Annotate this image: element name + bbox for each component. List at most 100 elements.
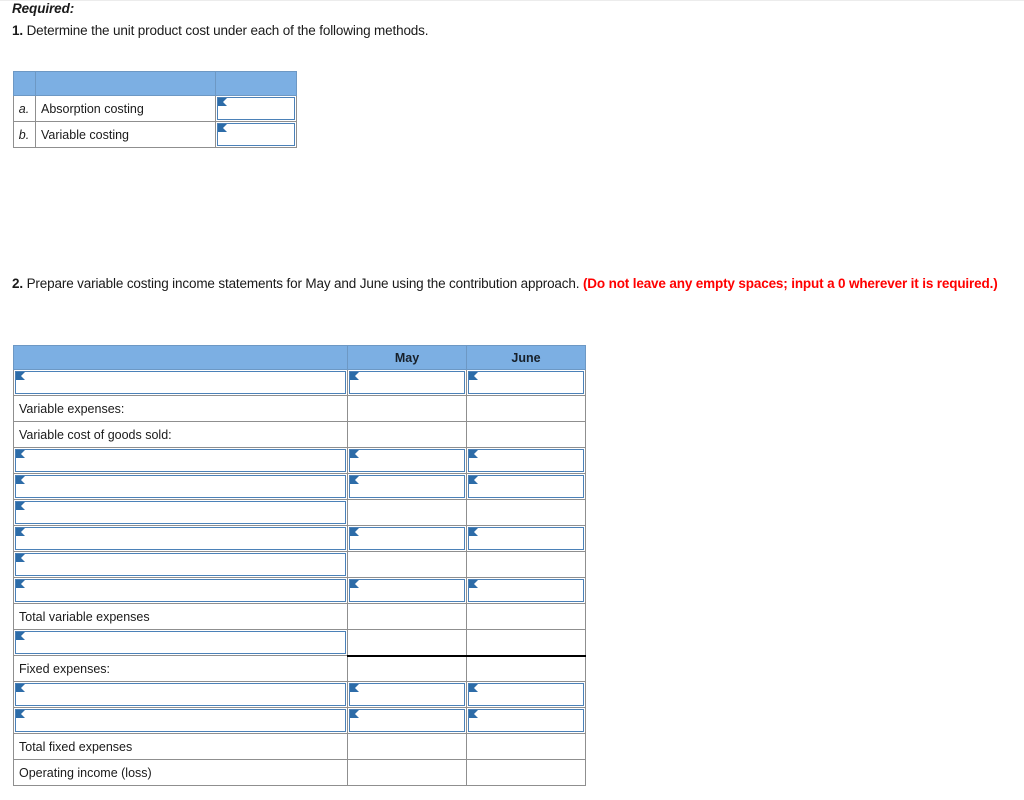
- line-item-input-3-box[interactable]: [15, 449, 346, 472]
- may-amount-input-13[interactable]: [347, 707, 467, 734]
- line-item-input-6-box[interactable]: [15, 527, 346, 550]
- june-amount: [466, 603, 586, 630]
- june-amount-input-8-box[interactable]: [468, 579, 584, 602]
- variable-costing-income-statement-table: May June Variable expenses: Variable cost o…: [13, 345, 586, 786]
- june-amount-input-12[interactable]: [466, 681, 586, 708]
- may-amount-input-3-box[interactable]: [349, 449, 465, 472]
- table2-header-cell-1: May: [347, 345, 467, 370]
- table-row: Total variable expenses: [13, 603, 586, 630]
- line-item-input-4-box[interactable]: [15, 475, 346, 498]
- table-row: [13, 473, 586, 500]
- may-amount-input-6[interactable]: [347, 525, 467, 552]
- line-item-input-7-box[interactable]: [15, 553, 346, 576]
- line-item-input-13-box[interactable]: [15, 709, 346, 732]
- june-amount-input-3[interactable]: [466, 447, 586, 474]
- line-item-input-0-box[interactable]: [15, 371, 346, 394]
- line-item-input-10[interactable]: [13, 629, 348, 656]
- may-amount: [347, 551, 467, 578]
- may-amount: [347, 759, 467, 786]
- may-amount-input-8[interactable]: [347, 577, 467, 604]
- question-2-red-note: (Do not leave any empty spaces; input a …: [582, 276, 998, 291]
- may-amount: [347, 629, 467, 657]
- may-amount-input-12[interactable]: [347, 681, 467, 708]
- required-heading: Required:: [12, 1, 75, 16]
- june-amount: [466, 499, 586, 526]
- line-item-input-4[interactable]: [13, 473, 348, 500]
- may-amount: [347, 603, 467, 630]
- table-row: Variable cost of goods sold:: [13, 421, 586, 448]
- may-amount-input-12-box[interactable]: [349, 683, 465, 706]
- line-item-label: Total variable expenses: [13, 603, 348, 630]
- table-row: [13, 447, 586, 474]
- june-amount: [466, 629, 586, 657]
- june-amount-input-13-box[interactable]: [468, 709, 584, 732]
- june-amount-input-12-box[interactable]: [468, 683, 584, 706]
- unit-cost-input-0[interactable]: [215, 95, 297, 122]
- june-amount-input-6-box[interactable]: [468, 527, 584, 550]
- may-amount-input-0-box[interactable]: [349, 371, 465, 394]
- line-item-input-0[interactable]: [13, 369, 348, 396]
- line-item-label: Operating income (loss): [13, 759, 348, 786]
- line-item-input-13[interactable]: [13, 707, 348, 734]
- table-row: [13, 551, 586, 578]
- table-row: a. Absorption costing: [13, 95, 297, 122]
- table-row: [13, 707, 586, 734]
- page-top-divider: [0, 0, 1024, 1]
- table-header-row: [13, 71, 297, 96]
- june-amount-input-3-box[interactable]: [468, 449, 584, 472]
- line-item-label: Fixed expenses:: [13, 655, 348, 682]
- unit-cost-input-1[interactable]: [215, 121, 297, 148]
- table1-header-cell-label: [35, 71, 216, 96]
- question-1-number: 1.: [12, 23, 23, 38]
- line-item-input-5-box[interactable]: [15, 501, 346, 524]
- may-amount: [347, 655, 467, 682]
- june-amount-input-6[interactable]: [466, 525, 586, 552]
- line-item-label: Total fixed expenses: [13, 733, 348, 760]
- table2-header-cell-0: [13, 345, 348, 370]
- table-row: [13, 681, 586, 708]
- table-header-row: May June: [13, 345, 586, 370]
- line-item-label: Variable expenses:: [13, 395, 348, 422]
- unit-cost-input-1-box[interactable]: [217, 123, 295, 146]
- line-item-input-5[interactable]: [13, 499, 348, 526]
- june-amount: [466, 421, 586, 448]
- may-amount-input-13-box[interactable]: [349, 709, 465, 732]
- june-amount-input-8[interactable]: [466, 577, 586, 604]
- may-amount-input-3[interactable]: [347, 447, 467, 474]
- june-amount: [466, 655, 586, 682]
- table-row: [13, 577, 586, 604]
- june-amount-input-13[interactable]: [466, 707, 586, 734]
- unit-cost-input-0-box[interactable]: [217, 97, 295, 120]
- june-amount-input-4-box[interactable]: [468, 475, 584, 498]
- june-amount: [466, 551, 586, 578]
- table-row: Fixed expenses:: [13, 655, 586, 682]
- june-amount-input-4[interactable]: [466, 473, 586, 500]
- june-amount: [466, 759, 586, 786]
- line-item-input-10-box[interactable]: [15, 631, 346, 654]
- may-amount-input-8-box[interactable]: [349, 579, 465, 602]
- line-item-input-8[interactable]: [13, 577, 348, 604]
- june-amount-input-0[interactable]: [466, 369, 586, 396]
- line-item-input-12-box[interactable]: [15, 683, 346, 706]
- june-amount-input-0-box[interactable]: [468, 371, 584, 394]
- may-amount: [347, 499, 467, 526]
- line-item-input-8-box[interactable]: [15, 579, 346, 602]
- table-row: [13, 525, 586, 552]
- line-item-input-6[interactable]: [13, 525, 348, 552]
- may-amount: [347, 395, 467, 422]
- may-amount-input-6-box[interactable]: [349, 527, 465, 550]
- table-row: [13, 629, 586, 657]
- line-item-input-3[interactable]: [13, 447, 348, 474]
- may-amount-input-0[interactable]: [347, 369, 467, 396]
- line-item-input-7[interactable]: [13, 551, 348, 578]
- line-item-input-12[interactable]: [13, 681, 348, 708]
- question-2-body: Prepare variable costing income statemen…: [22, 276, 583, 291]
- row-letter: a.: [13, 95, 36, 122]
- row-label: Absorption costing: [35, 95, 216, 122]
- may-amount-input-4[interactable]: [347, 473, 467, 500]
- question-2-number: 2.: [12, 276, 23, 291]
- line-item-label: Variable cost of goods sold:: [13, 421, 348, 448]
- may-amount-input-4-box[interactable]: [349, 475, 465, 498]
- table-row: [13, 499, 586, 526]
- table1-header-cell-letter: [13, 71, 36, 96]
